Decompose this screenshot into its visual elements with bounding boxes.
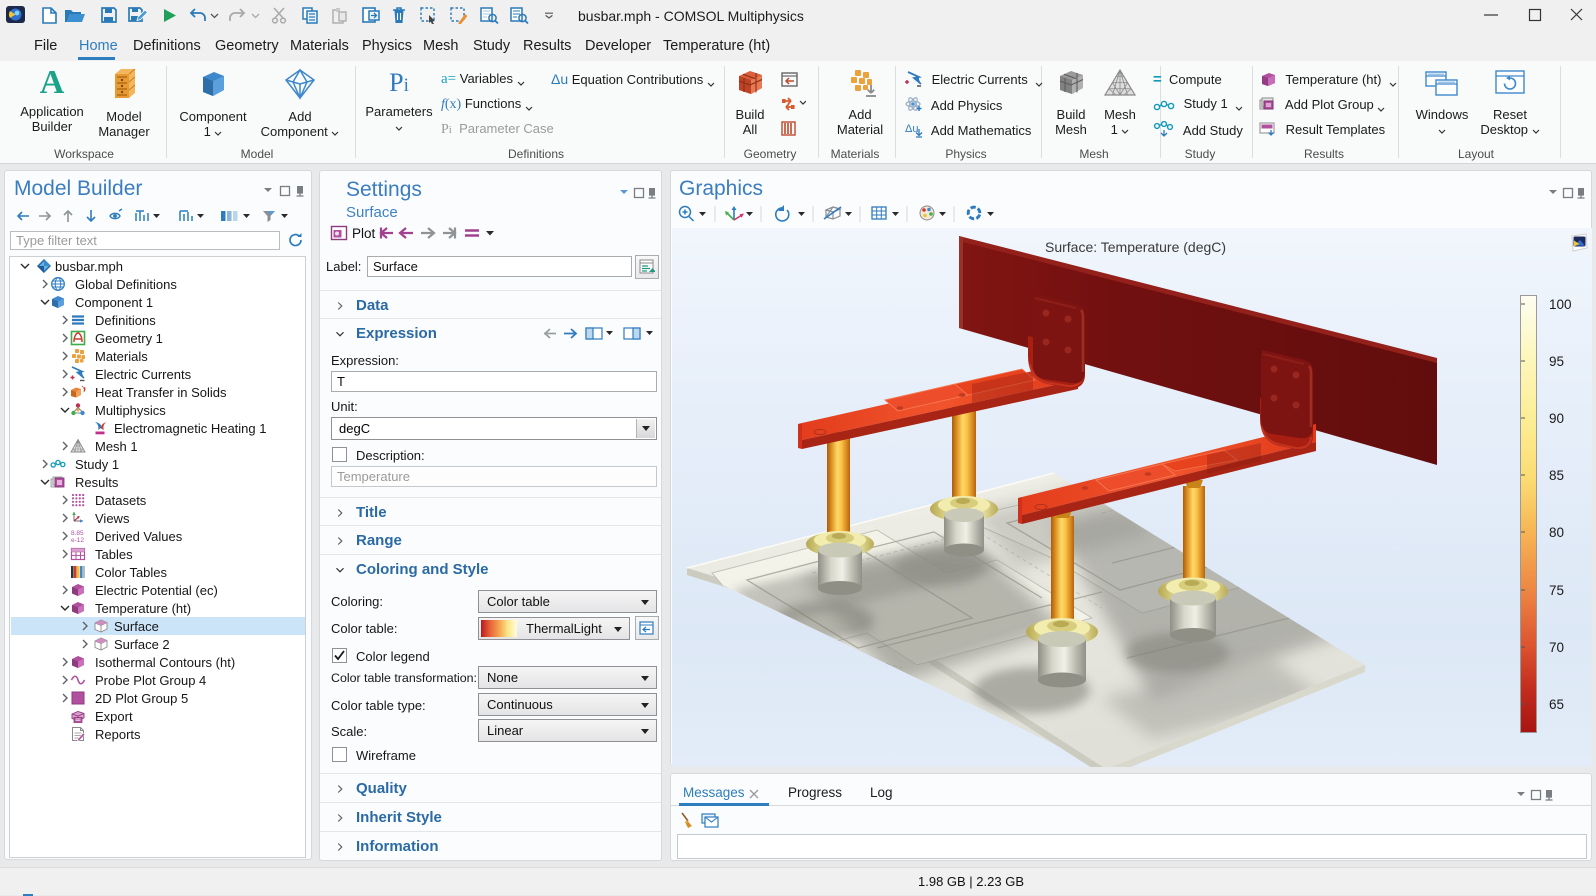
svg-text:70: 70 <box>1549 640 1564 655</box>
svg-text:Plot: Plot <box>352 226 376 241</box>
svg-text:85: 85 <box>1549 468 1564 483</box>
svg-text:75: 75 <box>1549 583 1564 598</box>
svg-text:90: 90 <box>1549 411 1564 426</box>
svg-text:95: 95 <box>1549 354 1564 369</box>
svg-text:65: 65 <box>1549 697 1564 712</box>
svg-text:100: 100 <box>1549 297 1572 312</box>
svg-text:80: 80 <box>1549 525 1564 540</box>
